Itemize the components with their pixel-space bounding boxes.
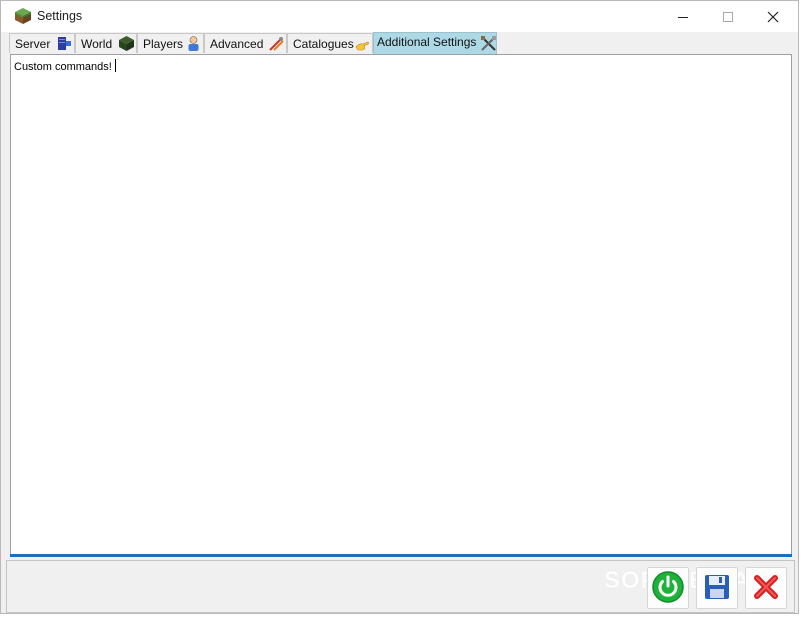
crossed-tools-icon	[480, 35, 497, 52]
cancel-button[interactable]	[745, 567, 787, 609]
server-icon	[56, 35, 73, 52]
start-button[interactable]	[647, 567, 689, 609]
tab-server[interactable]: Server	[9, 33, 75, 53]
cancel-icon	[752, 573, 780, 604]
save-button[interactable]	[696, 567, 738, 609]
power-icon	[651, 570, 685, 607]
maximize-button[interactable]	[705, 1, 751, 32]
tab-label: Additional Settings	[377, 35, 477, 49]
editor-text: Custom commands!	[14, 61, 112, 73]
progress-bar	[10, 554, 792, 557]
tab-label: Advanced	[210, 37, 264, 51]
minimize-button[interactable]	[660, 1, 706, 32]
editor-line: Custom commands!	[14, 59, 116, 73]
window-title: Settings	[37, 9, 83, 23]
tab-strip: Server World Players Advanced Catalogues…	[9, 32, 794, 54]
save-icon	[703, 573, 731, 604]
text-caret	[114, 59, 116, 72]
custom-commands-editor[interactable]: Custom commands!	[10, 54, 792, 556]
grass-block-icon	[14, 7, 32, 25]
tab-label: Players	[143, 37, 184, 51]
tab-additional-settings[interactable]: Additional Settings	[373, 32, 497, 54]
close-button[interactable]	[750, 1, 796, 32]
world-block-icon	[118, 35, 135, 52]
maximize-icon	[722, 11, 734, 23]
advanced-tools-icon	[268, 35, 285, 52]
tab-world[interactable]: World	[75, 33, 137, 53]
tab-label: Server	[15, 37, 51, 51]
minimize-icon	[677, 11, 689, 23]
tab-advanced[interactable]: Advanced	[204, 33, 287, 53]
tab-label: World	[81, 37, 113, 51]
tab-players[interactable]: Players	[137, 33, 204, 53]
tab-catalogues[interactable]: Catalogues	[287, 33, 373, 53]
title-bar[interactable]: Settings	[1, 1, 798, 32]
catalogue-hand-icon	[354, 37, 371, 54]
tab-label: Catalogues	[293, 37, 354, 51]
player-icon	[185, 35, 202, 52]
close-icon	[767, 11, 779, 23]
settings-window: Settings Server World Players Advanced C…	[0, 0, 799, 614]
